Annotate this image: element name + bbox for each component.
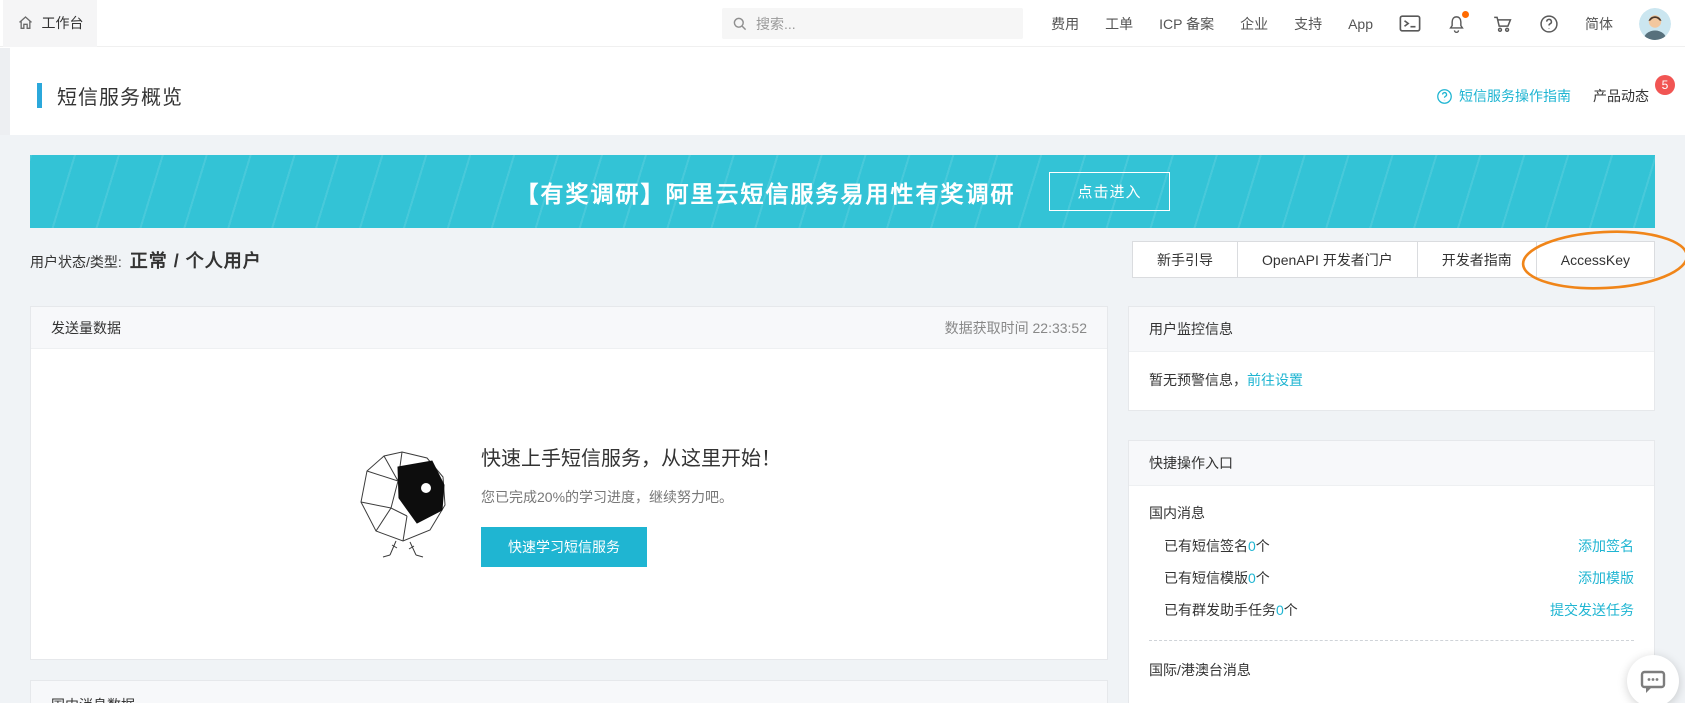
title-marker <box>37 83 42 108</box>
left-edge-strip <box>0 48 10 135</box>
nav-item-billing[interactable]: 费用 <box>1051 14 1079 34</box>
go-settings-link[interactable]: 前往设置 <box>1247 372 1303 388</box>
nav-item-icp[interactable]: ICP 备案 <box>1159 14 1214 34</box>
main-content: 【有奖调研】阿里云短信服务易用性有奖调研 点击进入 用户状态/类型: 正常 / … <box>0 135 1685 703</box>
toolbar-button-group: 新手引导 OpenAPI 开发者门户 开发者指南 AccessKey <box>1133 241 1655 278</box>
signature-row: 已有短信签名0个 添加签名 <box>1164 537 1634 555</box>
user-avatar[interactable] <box>1639 8 1671 40</box>
workbench-button[interactable]: 工作台 <box>3 0 97 47</box>
template-row: 已有短信模版0个 添加模版 <box>1164 569 1634 587</box>
chat-bubble-icon <box>1639 668 1667 694</box>
nav-item-enterprise[interactable]: 企业 <box>1240 14 1268 34</box>
domestic-group-label: 国内消息 <box>1149 503 1634 523</box>
nav-item-app[interactable]: App <box>1348 16 1373 32</box>
submit-send-task-link[interactable]: 提交发送任务 <box>1550 601 1634 619</box>
survey-banner: 【有奖调研】阿里云短信服务易用性有奖调研 点击进入 <box>30 155 1655 228</box>
banner-title: 【有奖调研】阿里云短信服务易用性有奖调研 <box>515 175 1015 209</box>
openapi-portal-button[interactable]: OpenAPI 开发者门户 <box>1237 241 1418 278</box>
domestic-data-title: 国内消息数据 <box>51 695 135 703</box>
send-volume-card: 发送量数据 数据获取时间 22:33:52 快速上手 <box>30 306 1108 660</box>
quick-learn-button[interactable]: 快速学习短信服务 <box>481 527 647 567</box>
status-row: 用户状态/类型: 正常 / 个人用户 新手引导 OpenAPI 开发者门户 开发… <box>30 241 1655 278</box>
search-input[interactable] <box>756 16 996 32</box>
add-template-link[interactable]: 添加模版 <box>1578 569 1634 587</box>
workbench-label: 工作台 <box>42 13 84 33</box>
no-alert-text: 暂无预警信息， <box>1149 372 1247 388</box>
accesskey-button[interactable]: AccessKey <box>1536 241 1655 278</box>
banner-enter-button[interactable]: 点击进入 <box>1049 172 1169 211</box>
data-fetch-time: 数据获取时间 22:33:52 <box>945 318 1087 338</box>
user-monitor-title: 用户监控信息 <box>1149 319 1233 339</box>
domestic-data-card: 国内消息数据 <box>30 680 1108 703</box>
home-icon <box>17 15 34 31</box>
page-title: 短信服务概览 <box>57 81 183 110</box>
quick-actions-card: 快捷操作入口 国内消息 已有短信签名0个 添加签名 已有短信模版0个 添加模版 <box>1128 440 1655 703</box>
quick-actions-title: 快捷操作入口 <box>1149 453 1233 473</box>
help-icon[interactable] <box>1539 14 1559 34</box>
developer-guide-button[interactable]: 开发者指南 <box>1417 241 1537 278</box>
add-signature-link[interactable]: 添加签名 <box>1578 537 1634 555</box>
template-count-text: 已有短信模版0个 <box>1164 569 1270 587</box>
onboarding-progress-text: 您已完成20%的学习进度，继续努力吧。 <box>481 487 781 507</box>
nav-item-support[interactable]: 支持 <box>1294 14 1322 34</box>
question-circle-icon <box>1436 88 1453 105</box>
cloudshell-icon[interactable] <box>1399 14 1421 33</box>
onboarding-title: 快速上手短信服务，从这里开始！ <box>481 442 781 471</box>
send-volume-title: 发送量数据 <box>51 318 121 338</box>
notification-dot <box>1462 11 1469 18</box>
global-search <box>722 8 1023 39</box>
search-icon <box>732 16 748 32</box>
page-header: 短信服务概览 短信服务操作指南 产品动态 5 <box>0 48 1685 135</box>
sms-guide-link[interactable]: 短信服务操作指南 <box>1436 86 1571 106</box>
cart-icon[interactable] <box>1492 14 1513 34</box>
navbar-right: 费用 工单 ICP 备案 企业 支持 App <box>1051 0 1671 47</box>
newbie-guide-button[interactable]: 新手引导 <box>1132 241 1238 278</box>
top-navbar: 工作台 费用 工单 ICP 备案 企业 支持 App <box>0 0 1685 47</box>
product-news-link[interactable]: 产品动态 5 <box>1593 86 1655 106</box>
news-count-badge: 5 <box>1655 75 1675 95</box>
user-status-value: 正常 / 个人用户 <box>130 247 262 273</box>
user-status-label: 用户状态/类型: <box>30 252 122 272</box>
dashed-divider <box>1149 640 1634 641</box>
robot-illustration <box>357 450 449 560</box>
user-monitor-card: 用户监控信息 暂无预警信息，前往设置 <box>1128 306 1655 411</box>
language-switch[interactable]: 简体 <box>1585 14 1613 34</box>
sms-guide-label: 短信服务操作指南 <box>1459 86 1571 106</box>
notification-bell-icon[interactable] <box>1447 14 1466 34</box>
product-news-label: 产品动态 <box>1593 88 1649 104</box>
intl-group-label: 国际/港澳台消息 <box>1149 660 1634 680</box>
signature-count-text: 已有短信签名0个 <box>1164 537 1270 555</box>
nav-item-tickets[interactable]: 工单 <box>1105 14 1133 34</box>
batch-task-count-text: 已有群发助手任务0个 <box>1164 601 1298 619</box>
batch-task-row: 已有群发助手任务0个 提交发送任务 <box>1164 601 1634 619</box>
feedback-chat-button[interactable] <box>1627 655 1679 703</box>
